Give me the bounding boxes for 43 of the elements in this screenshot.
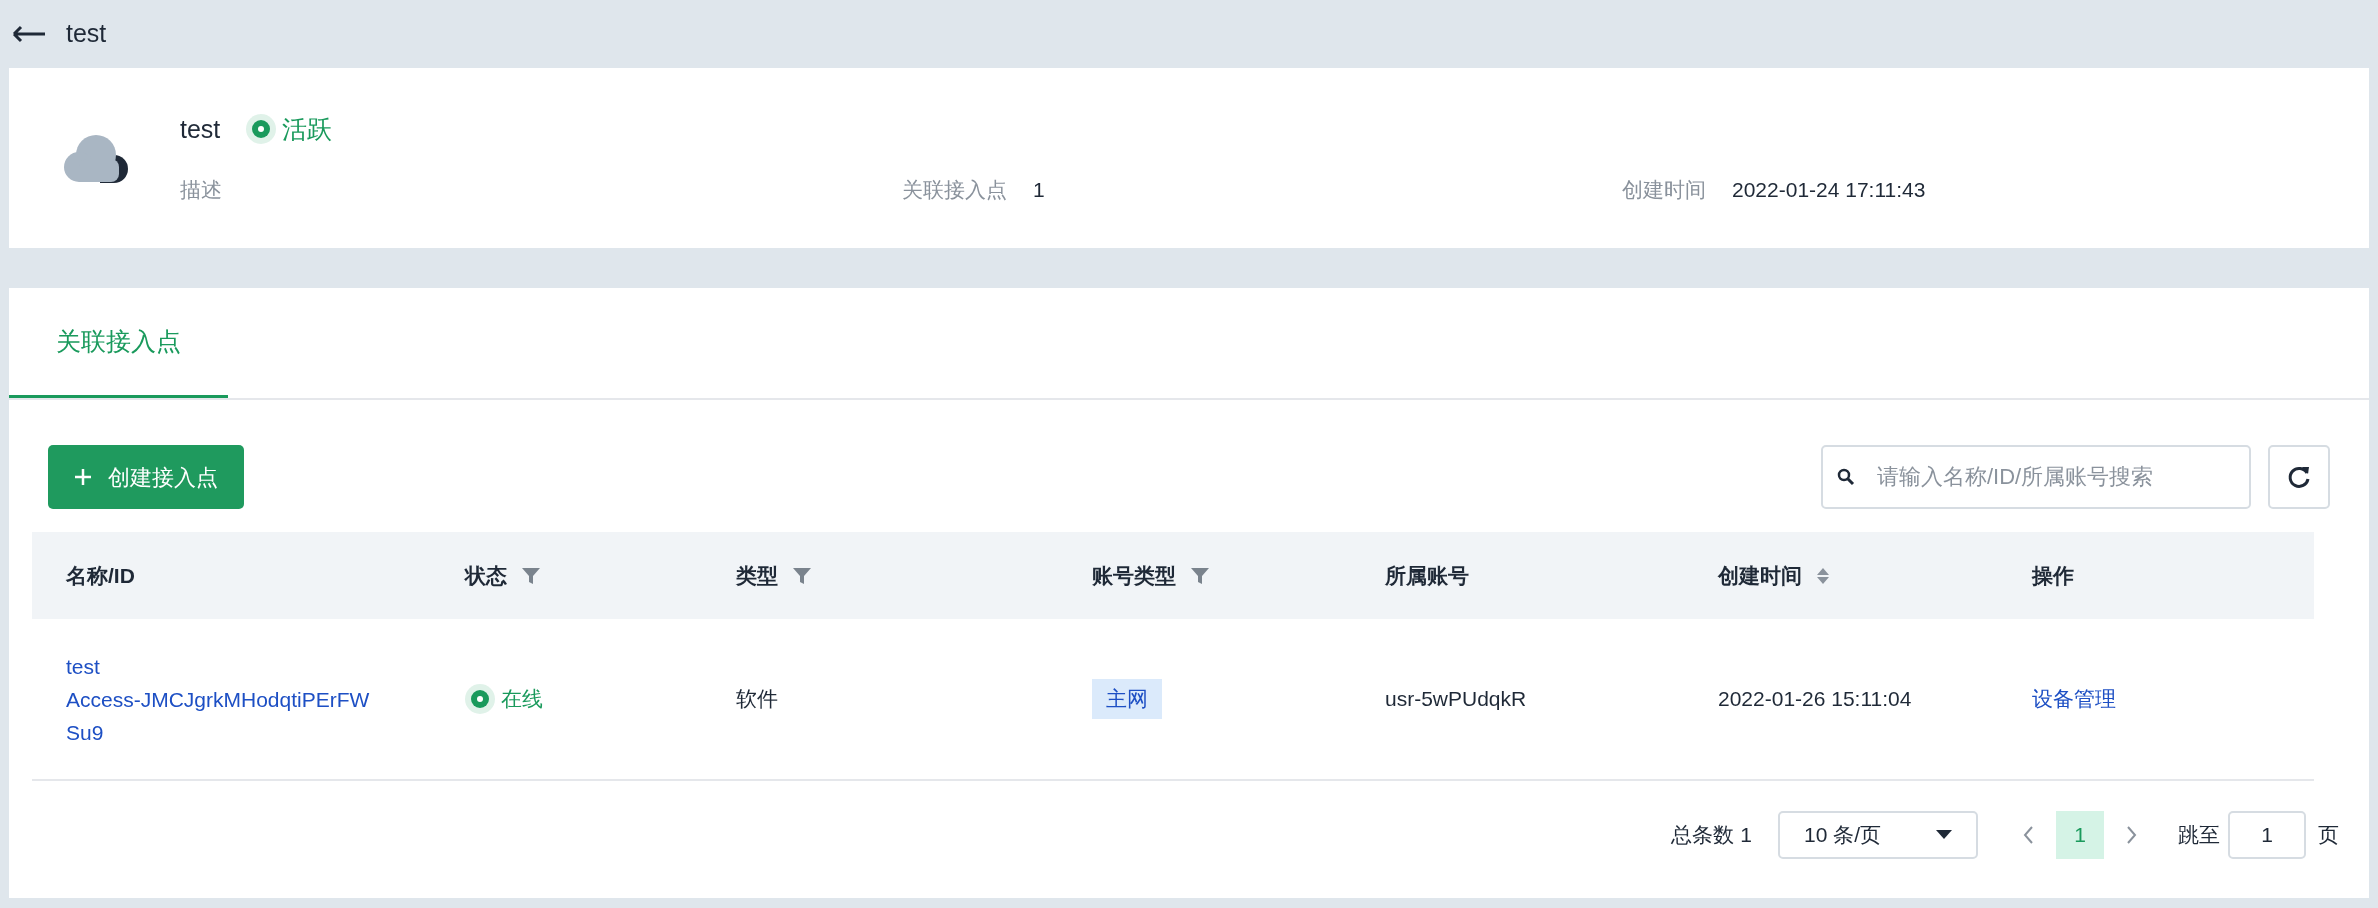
table-cell-text: 2022-01-26 15:11:04 xyxy=(1718,686,1912,713)
id-text: Access-JMCJgrkMHodqtiPErFWSu9 xyxy=(66,686,371,746)
resource-name: test xyxy=(180,113,221,145)
refresh-icon xyxy=(2286,464,2312,490)
field-value: 1 xyxy=(1033,177,1045,203)
filter-icon[interactable] xyxy=(1190,565,1210,586)
chevron-right-icon xyxy=(2127,826,2137,844)
jump-page-field[interactable]: 1 xyxy=(2228,811,2306,859)
field-value: 2022-01-24 17:11:43 xyxy=(1732,177,1926,203)
status-label: 在线 xyxy=(501,686,543,713)
search-icon xyxy=(1837,468,1855,486)
back-arrow-icon[interactable] xyxy=(12,25,46,43)
account-type-tag: 主网 xyxy=(1092,679,1162,719)
page-title: test xyxy=(66,18,107,50)
column-header: 账号类型 xyxy=(1092,562,1176,589)
page-suffix: 页 xyxy=(2318,822,2339,849)
create-button[interactable]: 创建接入点 xyxy=(48,445,244,509)
action-link[interactable]: 设备管理 xyxy=(2032,683,2116,715)
column-header: 名称/ID xyxy=(66,562,135,589)
column-header: 状态 xyxy=(465,562,507,589)
chevron-left-icon xyxy=(2023,826,2033,844)
total-count: 总条数 1 xyxy=(1671,822,1752,849)
jump-label: 跳至 xyxy=(2178,822,2220,849)
page-size-select[interactable]: 10 条/页 xyxy=(1778,811,1978,859)
status-label: 活跃 xyxy=(282,113,333,145)
column-header: 创建时间 xyxy=(1718,562,1802,589)
plus-icon xyxy=(74,468,92,486)
field-label: 关联接入点 xyxy=(902,177,1007,203)
column-header: 类型 xyxy=(736,562,778,589)
table-cell-text: usr-5wPUdqkR xyxy=(1385,686,1527,713)
sort-icon[interactable] xyxy=(1816,566,1830,585)
field-label: 创建时间 xyxy=(1622,177,1706,203)
refresh-button[interactable] xyxy=(2268,445,2330,509)
filter-icon[interactable] xyxy=(792,565,812,586)
caret-icon xyxy=(1936,830,1952,840)
name-link[interactable]: test xyxy=(66,649,431,683)
search-field[interactable]: 请输入名称/ID/所属账号搜索 xyxy=(1821,445,2251,509)
field-label: 描述 xyxy=(180,177,222,203)
table-cell-text: 软件 xyxy=(736,686,778,713)
column-header: 操作 xyxy=(2032,562,2074,589)
tab[interactable]: 关联接入点 xyxy=(9,288,228,398)
filter-icon[interactable] xyxy=(521,565,541,586)
column-header: 所属账号 xyxy=(1385,562,1469,589)
